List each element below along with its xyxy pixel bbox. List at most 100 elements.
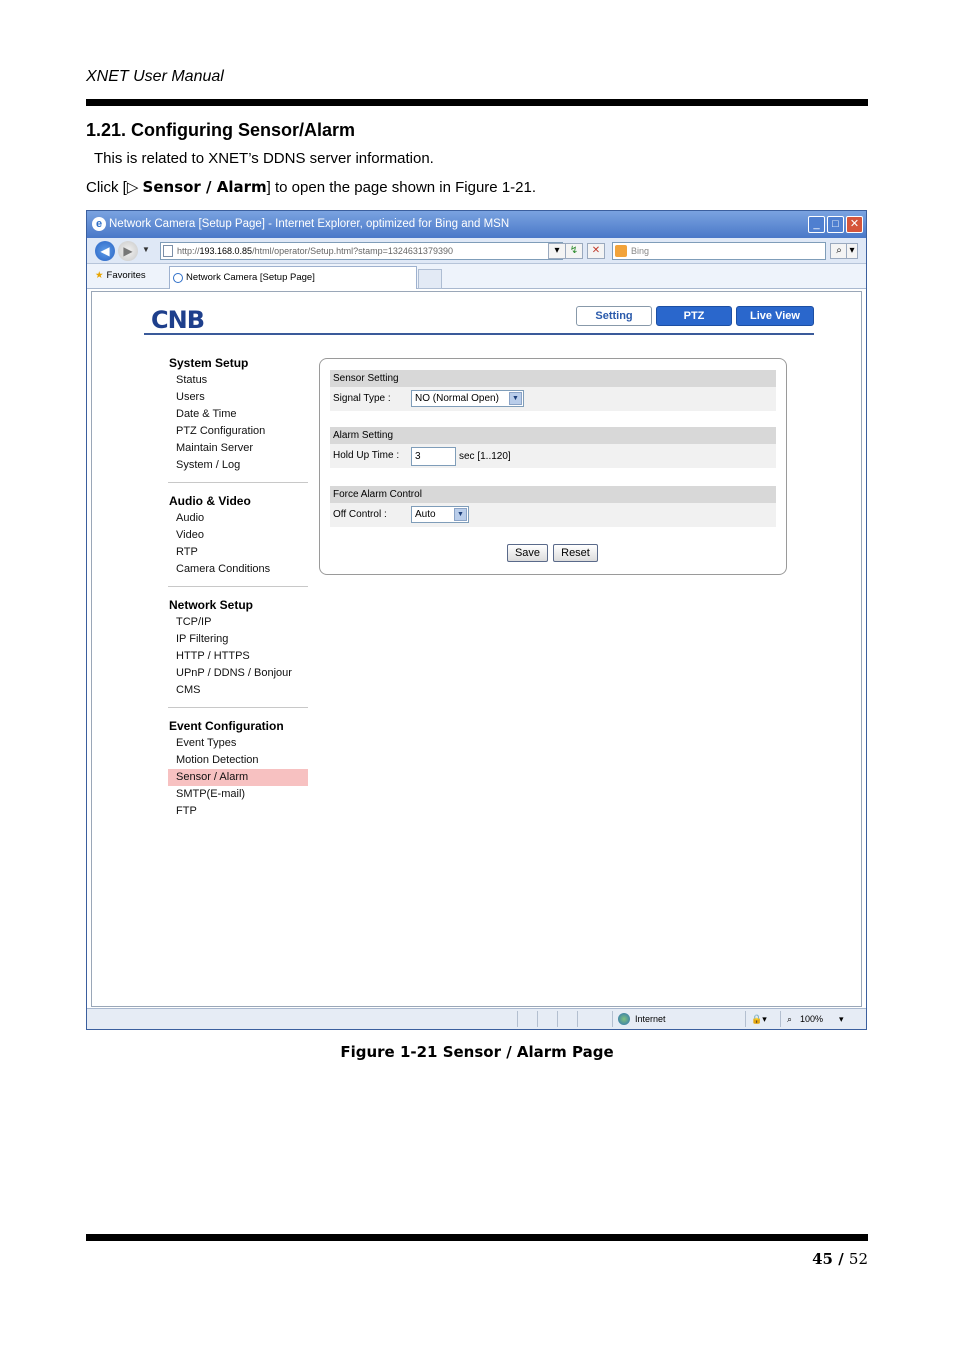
signal-type-row: Signal Type : NO (Normal Open) ▼	[330, 387, 776, 411]
sidebar-item-video[interactable]: Video	[168, 527, 308, 544]
status-divider	[557, 1011, 558, 1027]
header-divider	[144, 333, 814, 335]
signal-type-select[interactable]: NO (Normal Open) ▼	[411, 390, 524, 407]
status-divider	[745, 1011, 746, 1027]
status-bar: Internet 🔒▾ ⌕ 100% ▾	[87, 1008, 866, 1029]
status-divider	[780, 1011, 781, 1027]
back-icon[interactable]: ◀	[95, 241, 115, 261]
sidebar-group-network-setup: Network Setup	[169, 598, 254, 612]
chevron-down-icon: ▼	[454, 508, 467, 521]
sidebar-item-http-https[interactable]: HTTP / HTTPS	[168, 648, 308, 665]
force-alarm-header: Force Alarm Control	[330, 486, 776, 503]
bottom-rule	[86, 1234, 868, 1241]
window-title: Network Camera [Setup Page] - Internet E…	[109, 218, 510, 230]
url-input[interactable]: http://193.168.0.85/html/operator/Setup.…	[160, 242, 563, 260]
reset-button[interactable]: Reset	[553, 544, 598, 562]
click-prefix: Click [▷	[86, 179, 143, 196]
refresh-icon[interactable]: ↯	[565, 243, 583, 259]
favorites-bar: ★ Favorites Network Camera [Setup Page]	[87, 264, 866, 289]
status-divider	[537, 1011, 538, 1027]
globe-icon	[618, 1013, 630, 1025]
zoom-icon[interactable]: ⌕	[787, 1014, 792, 1025]
status-zone: Internet	[635, 1014, 666, 1024]
bing-icon	[615, 245, 627, 257]
sidebar-group-audio-video: Audio & Video	[169, 494, 251, 508]
page-content: CNB Setting PTZ Live View System Setup S…	[91, 291, 862, 1007]
section-heading: 1.21. Configuring Sensor/Alarm	[86, 120, 356, 140]
sidebar-item-tcp-ip[interactable]: TCP/IP	[168, 614, 308, 631]
tab-page-icon	[173, 273, 183, 283]
page-icon	[163, 245, 173, 257]
sidebar-divider	[168, 707, 308, 708]
close-icon[interactable]: ✕	[846, 216, 863, 233]
off-control-select[interactable]: Auto ▼	[411, 506, 469, 523]
sidebar-item-ptz-configuration[interactable]: PTZ Configuration	[168, 423, 308, 440]
search-options-icon[interactable]: ▾	[846, 243, 858, 259]
window-titlebar: e Network Camera [Setup Page] - Internet…	[87, 211, 866, 238]
sidebar-item-upnp-ddns-bonjour[interactable]: UPnP / DDNS / Bonjour	[168, 665, 308, 682]
ie-icon: e	[92, 217, 106, 231]
signal-type-value: NO (Normal Open)	[415, 393, 499, 404]
sidebar-item-cms[interactable]: CMS	[168, 682, 308, 699]
sidebar-item-audio[interactable]: Audio	[168, 510, 308, 527]
url-dropdown-icon[interactable]: ▾	[548, 243, 566, 259]
sidebar-divider	[168, 586, 308, 587]
figure-caption: Figure 1-21 Sensor / Alarm Page	[340, 1043, 614, 1061]
sidebar-item-rtp[interactable]: RTP	[168, 544, 308, 561]
hold-up-time-row: Hold Up Time : 3 sec [1..120]	[330, 444, 776, 468]
forward-icon[interactable]: ▶	[118, 241, 138, 261]
off-control-row: Off Control : Auto ▼	[330, 503, 776, 527]
sidebar-item-users[interactable]: Users	[168, 389, 308, 406]
page-total: 52	[848, 1250, 868, 1268]
zoom-level[interactable]: 100%	[800, 1014, 823, 1024]
history-dropdown-icon[interactable]: ▼	[142, 245, 150, 254]
off-control-label: Off Control :	[333, 509, 387, 520]
sidebar: System Setup Status Users Date & Time PT…	[168, 355, 308, 820]
sidebar-item-camera-conditions[interactable]: Camera Conditions	[168, 561, 308, 578]
sidebar-item-sensor-alarm[interactable]: Sensor / Alarm	[168, 769, 308, 786]
favorites-button[interactable]: ★ Favorites	[95, 270, 146, 281]
off-control-value: Auto	[415, 509, 436, 520]
url-prefix: http://	[177, 246, 200, 256]
signal-type-label: Signal Type :	[333, 393, 391, 404]
tab-label: Network Camera [Setup Page]	[186, 272, 315, 283]
sidebar-item-date-time[interactable]: Date & Time	[168, 406, 308, 423]
hold-up-time-input[interactable]: 3	[411, 447, 456, 466]
alarm-setting-header: Alarm Setting	[330, 427, 776, 444]
click-instruction: Click [▷ Sensor / Alarm] to open the pag…	[86, 178, 536, 196]
sidebar-item-ftp[interactable]: FTP	[168, 803, 308, 820]
sidebar-divider	[168, 482, 308, 483]
stop-icon[interactable]: ✕	[587, 243, 605, 259]
sidebar-item-smtp[interactable]: SMTP(E-mail)	[168, 786, 308, 803]
tab-ptz[interactable]: PTZ	[656, 306, 732, 326]
click-target: Sensor / Alarm	[142, 178, 267, 196]
maximize-icon[interactable]: □	[827, 216, 844, 233]
star-icon: ★	[95, 270, 104, 281]
intro-text: This is related to XNET’s DDNS server in…	[94, 150, 434, 167]
sidebar-item-maintain-server[interactable]: Maintain Server	[168, 440, 308, 457]
sidebar-item-event-types[interactable]: Event Types	[168, 735, 308, 752]
tab-live-view[interactable]: Live View	[736, 306, 814, 326]
url-host: 193.168.0.85	[199, 246, 253, 256]
hold-up-time-range: sec [1..120]	[459, 451, 511, 462]
browser-screenshot: e Network Camera [Setup Page] - Internet…	[86, 210, 867, 1030]
page-number: 45 / 52	[812, 1250, 868, 1268]
click-suffix: ] to open the page shown in Figure 1-21.	[266, 179, 537, 196]
browser-tab[interactable]: Network Camera [Setup Page]	[169, 266, 417, 289]
search-input[interactable]: Bing	[612, 242, 826, 260]
protected-mode-icon[interactable]: 🔒▾	[751, 1014, 767, 1025]
status-divider	[517, 1011, 518, 1027]
zoom-dropdown-icon[interactable]: ▾	[839, 1014, 844, 1025]
sidebar-item-system-log[interactable]: System / Log	[168, 457, 308, 474]
save-button[interactable]: Save	[507, 544, 548, 562]
new-tab-button[interactable]	[418, 269, 442, 289]
sidebar-item-ip-filtering[interactable]: IP Filtering	[168, 631, 308, 648]
chevron-down-icon: ▼	[509, 392, 522, 405]
tab-setting[interactable]: Setting	[576, 306, 652, 326]
sensor-alarm-form: Sensor Setting Signal Type : NO (Normal …	[319, 358, 787, 575]
sidebar-group-system-setup: System Setup	[169, 356, 249, 370]
minimize-icon[interactable]: _	[808, 216, 825, 233]
sidebar-item-status[interactable]: Status	[168, 372, 308, 389]
top-rule	[86, 99, 868, 106]
sidebar-item-motion-detection[interactable]: Motion Detection	[168, 752, 308, 769]
